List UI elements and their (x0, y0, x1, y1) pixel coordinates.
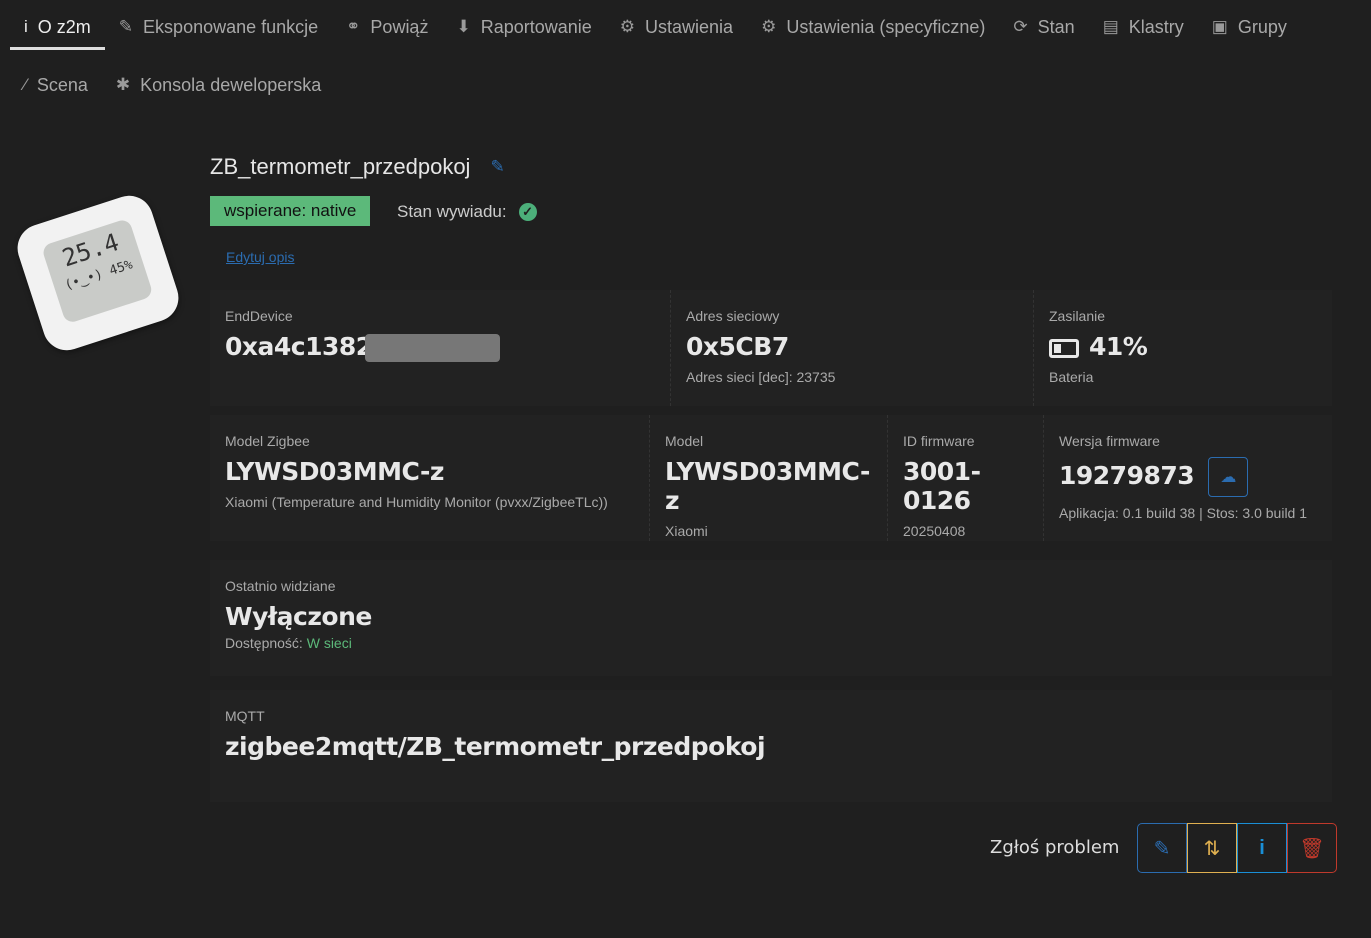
gear-icon: ⚙ (761, 17, 777, 36)
zigbee-model-label: Model Zigbee (225, 433, 310, 449)
tab-bar: i O z2m ✎ Eksponowane funkcje ⚭ Powiąż ⬇ Raport… (10, 8, 1360, 108)
model-cell: Model LYWSD03MMC-z Xiaomi (650, 415, 888, 541)
firmware-version-cell: Wersja firmware 19279873 ☁ Aplikacja: 0.1 b… (1044, 415, 1332, 541)
delete-button[interactable]: 🗑 (1287, 823, 1337, 873)
tab-label: Ustawienia (specyficzne) (786, 16, 986, 37)
zigbee-model: LYWSD03MMC-z (225, 457, 444, 486)
ieee-cell: EndDevice 0xa4c1382 (210, 290, 671, 406)
model-row: Model Zigbee LYWSD03MMC-z Xiaomi (Temperat… (210, 415, 1332, 541)
gears-icon: ⚙ (619, 17, 636, 36)
pencil-icon: ✎ (118, 17, 134, 36)
availability-label: Dostępność: (225, 635, 303, 651)
mqtt-row: MQTT zigbee2mqtt/ZB_termometr_przedpokoj (210, 690, 1332, 802)
firmware-id-label: ID firmware (903, 433, 975, 449)
network-cell: Adres sieciowy 0x5CB7 Adres sieci [dec]: 2… (671, 290, 1034, 406)
arrow-down-icon: ⬇ (456, 17, 471, 36)
tab-label: Grupy (1237, 16, 1287, 37)
address-row: EndDevice 0xa4c1382 Adres sieciowy 0x5CB7 A… (210, 290, 1332, 406)
last-seen-row: Ostatnio widziane Wyłączone Dostępność: W … (210, 560, 1332, 676)
tab-stan[interactable]: ⟳ Stan (999, 8, 1088, 50)
availability: W sieci (306, 635, 352, 651)
refresh-icon: ⟳ (1013, 17, 1028, 36)
group-icon: ▣ (1211, 17, 1228, 36)
tab-label: Raportowanie (480, 16, 592, 37)
trash-icon: 🗑 (1299, 837, 1325, 860)
ieee-address: 0xa4c1382 (225, 332, 373, 361)
last-seen: Wyłączone (225, 602, 372, 631)
edit-button[interactable]: ✎ (1137, 823, 1187, 873)
tab-label: Eksponowane funkcje (143, 16, 319, 37)
info-icon: i (1259, 836, 1265, 859)
tab-o-z2m[interactable]: i O z2m (10, 8, 105, 50)
firmware-version: 19279873 (1059, 461, 1195, 490)
tab-eksponowane-funkcje[interactable]: ✎ Eksponowane funkcje (105, 8, 332, 50)
firmware-id-cell: ID firmware 3001-0126 20250408 (888, 415, 1044, 541)
zigbee-model-desc: Xiaomi (Temperature and Humidity Monitor… (225, 494, 608, 510)
battery-icon (1049, 338, 1079, 358)
tab-grupy[interactable]: ▣ Grupy (1198, 8, 1301, 50)
network-address: 0x5CB7 (686, 332, 789, 361)
device-title: ZB_termometr_przedpokoj ✎ (210, 154, 505, 180)
firmware-id: 3001-0126 (903, 457, 981, 515)
battery-level: 41% (1089, 332, 1148, 361)
device-name: ZB_termometr_przedpokoj (210, 154, 471, 179)
redaction (364, 334, 500, 362)
info-button[interactable]: i (1237, 823, 1287, 873)
device-image: 25.4 (•‿•) 45% (11, 189, 185, 357)
list-icon: ▤ (1102, 17, 1119, 36)
tab-label: Stan (1037, 16, 1075, 37)
tab-label: Ustawienia (645, 16, 734, 37)
link-icon: ⚭ (346, 17, 361, 36)
network-label: Adres sieciowy (686, 308, 780, 324)
tab-label: Scena (36, 74, 88, 95)
interview-label: Stan wywiadu: (397, 202, 507, 221)
model-label: Model (665, 433, 704, 449)
tab-klastry[interactable]: ▤ Klastry (1089, 8, 1198, 50)
interview-state: Stan wywiadu: ✓ (397, 202, 537, 222)
last-seen-label: Ostatnio widziane (225, 578, 336, 594)
vendor: Xiaomi (665, 523, 708, 539)
tab-scena[interactable]: ⁄ Scena (10, 66, 102, 108)
action-buttons: ✎ ⇅ i 🗑 (1137, 823, 1337, 873)
firmware-version-desc: Aplikacja: 0.1 build 38 | Stos: 3.0 buil… (1059, 505, 1308, 521)
edit-description-link[interactable]: Edytuj opis (226, 249, 294, 265)
power-cell: Zasilanie 41% Bateria (1034, 290, 1332, 406)
model: LYWSD03MMC-z (665, 457, 870, 515)
tab-raportowanie[interactable]: ⬇ Raportowanie (442, 8, 605, 50)
firmware-version-label: Wersja firmware (1059, 433, 1160, 449)
check-circle-icon: ✓ (518, 203, 537, 221)
report-problem-link[interactable]: Zgłoś problem (990, 837, 1119, 858)
tab-label: Konsola deweloperska (140, 74, 322, 95)
magic-icon: ⁄ (24, 75, 27, 94)
tab-powi-[interactable]: ⚭ Powiąż (332, 8, 442, 50)
tab-konsola-deweloperska[interactable]: ✱ Konsola deweloperska (102, 66, 335, 108)
tab-label: O z2m (37, 16, 91, 37)
tab-label: Powiąż (370, 16, 429, 37)
tab-label: Klastry (1128, 16, 1184, 37)
network-dec: Adres sieci [dec]: 23735 (686, 369, 836, 385)
info-icon: i (24, 17, 28, 36)
edit-icon: ✎ (1153, 837, 1171, 860)
support-badge: wspierane: native (210, 196, 371, 226)
tab-ustawienia-specyficzne-[interactable]: ⚙ Ustawienia (specyficzne) (747, 8, 999, 50)
bug-icon: ✱ (115, 75, 131, 94)
reconfigure-icon: ⇅ (1203, 837, 1221, 860)
cloud-upload-icon[interactable]: ☁ (1208, 457, 1249, 497)
tab-ustawienia[interactable]: ⚙ Ustawienia (606, 8, 747, 50)
zigbee-model-cell: Model Zigbee LYWSD03MMC-z Xiaomi (Temperat… (210, 415, 650, 541)
power-source: Bateria (1049, 369, 1094, 385)
device-type: EndDevice (225, 308, 293, 324)
power-label: Zasilanie (1049, 308, 1106, 324)
reconfigure-button[interactable]: ⇅ (1187, 823, 1237, 873)
mqtt-topic: zigbee2mqtt/ZB_termometr_przedpokoj (225, 732, 766, 761)
mqtt-label: MQTT (225, 708, 265, 724)
firmware-date: 20250408 (903, 523, 966, 539)
edit-name-icon[interactable]: ✎ (490, 157, 504, 177)
